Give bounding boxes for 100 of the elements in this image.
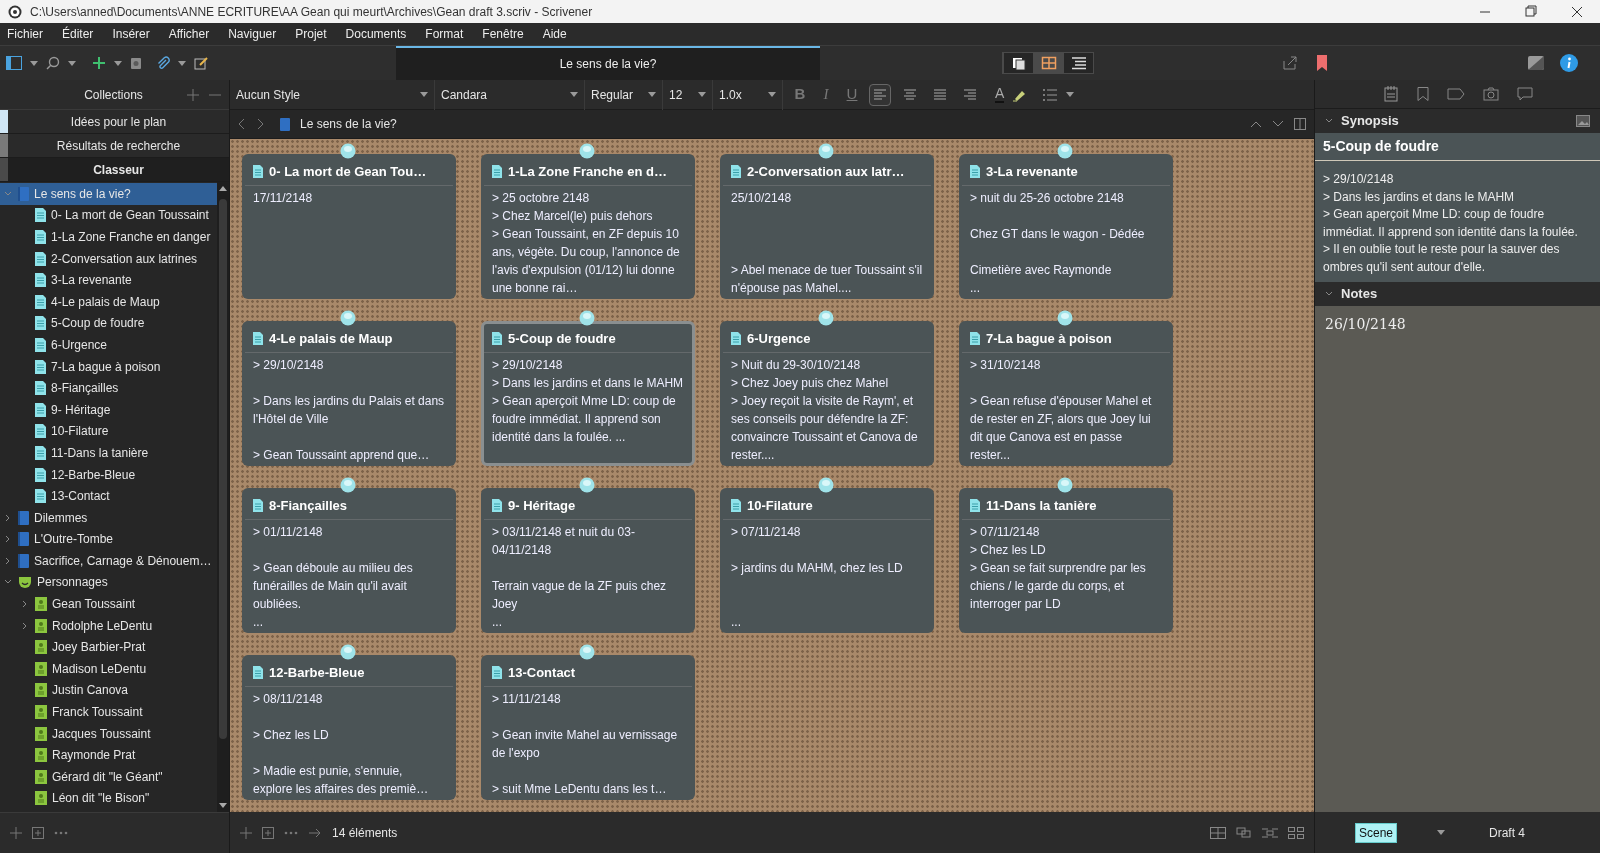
binder-item[interactable]: 11-Dans la tanière (0, 442, 217, 464)
binder-item[interactable]: 10-Filature (0, 420, 217, 443)
binder-item[interactable]: Joey Barbier-Prat (0, 636, 217, 659)
index-card[interactable]: 7-La bague à poison > 31/10/2148 > Gean refuse d'épouser Mahel et de rester en ZF, alors que Joey lui dit que Canova est en passe rester... (959, 321, 1173, 466)
index-card[interactable]: 8-Fiançailles > 01/11/2148 > Gean déboule au milieu des funérailles de Main qu'il avait oubliées. ... (242, 488, 456, 633)
binder-item[interactable]: Jacques Toussaint (0, 722, 217, 745)
image-icon[interactable] (1576, 115, 1590, 127)
section-header[interactable]: Synopsis (1341, 111, 1568, 131)
menu-item[interactable]: Fichier (4, 25, 46, 43)
synopsis-title-field[interactable]: 5-Coup de foudre (1315, 133, 1600, 161)
binder-item[interactable]: Gérard dit "le Géant" (0, 766, 217, 788)
binder-item[interactable]: 12-Barbe-Bleue (0, 463, 217, 486)
new-document-icon[interactable] (32, 827, 44, 839)
font-weight-dropdown[interactable]: Regular (585, 79, 663, 110)
style-dropdown[interactable]: Aucun Style (230, 79, 435, 110)
binder-item[interactable]: 13-Contact (0, 485, 217, 507)
comment-icon[interactable] (1516, 87, 1533, 101)
binder-item[interactable]: L'Outre-Tombe (0, 528, 217, 551)
info-icon[interactable] (1560, 54, 1578, 72)
status-dropdown[interactable]: Draft 4 (1489, 823, 1526, 842)
index-card[interactable]: 1-La Zone Franche en d… > 25 octobre 2148 > Chez Marcel(le) puis dehors > Gean Toussaint, en ZF depuis 10 ans, végète. Du coup, l'annonce de l'avis d'expulsion (01/12) lui donne une bonne rai… (481, 154, 695, 299)
search-icon[interactable] (46, 56, 60, 70)
composition-icon[interactable] (1528, 56, 1544, 70)
section-header[interactable]: Notes (1341, 284, 1378, 304)
binder-item[interactable]: Franck Toussaint (0, 701, 217, 723)
menu-item[interactable]: Projet (292, 25, 330, 43)
add-icon[interactable] (92, 56, 106, 70)
binder-item[interactable]: 6-Urgence (0, 334, 217, 356)
index-card[interactable]: 4-Le palais de Maup > 29/10/2148 > Dans les jardins du Palais et dans l'Hôtel de Ville > Gean Toussaint apprend que… (242, 321, 456, 466)
down-icon[interactable] (1272, 120, 1284, 128)
forward-icon[interactable] (256, 118, 264, 130)
more-icon[interactable] (284, 830, 298, 835)
index-card[interactable]: 2-Conversation aux latr… 25/10/2148 > Abel menace de tuer Toussaint s'il n'épouse pas Mahel.... (720, 154, 934, 299)
binder-item[interactable]: Dilemmes (0, 506, 217, 529)
synopsis-text-field[interactable]: > 29/10/2148 > Dans les jardins et dans le MAHM > Gean aperçoit Mme LD: coup de foudre immédiat. Il apprend son identité dans la foulée. > Il en oublie tout le reste pour la sauver des ombres qu'il sent autour d'elle. (1315, 161, 1600, 282)
collection-tab[interactable]: Idées pour le plan (8, 110, 229, 133)
card-size-icon[interactable] (1288, 826, 1304, 839)
binder-item[interactable]: Personnages (0, 571, 217, 594)
binder-item[interactable]: 4-Le palais de Maup (0, 290, 217, 313)
tag-icon[interactable] (1446, 88, 1465, 100)
view-mode-button[interactable] (1063, 53, 1093, 73)
binder-item[interactable]: Le sens de la vie? (0, 183, 217, 205)
index-card[interactable]: 6-Urgence > Nuit du 29-30/10/2148 > Chez Joey puis chez Mahel > Joey reçoit la visite de Raym', et ses conseils pour défendre la ZF: convaincre Toussaint et Canova de rester.... (720, 321, 934, 466)
arrange-icon[interactable] (1262, 826, 1278, 839)
binder-item[interactable]: Sacrifice, Carnage & Dénouem… (0, 550, 217, 572)
index-card[interactable]: 9- Héritage > 03/11/2148 et nuit du 03-04/11/2148 Terrain vague de la ZF puis chez Joey ... (481, 488, 695, 633)
menu-item[interactable]: Fenêtre (479, 25, 527, 43)
font-dropdown[interactable]: Candara (435, 79, 585, 110)
bookmark-icon[interactable] (1316, 55, 1328, 71)
menu-item[interactable]: Documents (342, 25, 410, 43)
menu-item[interactable]: Éditer (59, 25, 97, 43)
index-card[interactable]: 10-Filature > 07/11/2148 > jardins du MAHM, chez les LD ... (720, 488, 934, 633)
up-icon[interactable] (1250, 120, 1262, 128)
collection-tab[interactable]: Résultats de recherche (8, 134, 229, 157)
bookmark-icon[interactable] (1416, 87, 1429, 101)
more-icon[interactable] (54, 831, 68, 835)
paperclip-icon[interactable] (156, 56, 170, 70)
font-size-dropdown[interactable]: 12 (663, 79, 713, 110)
freeform-view-icon[interactable] (1236, 826, 1252, 839)
menu-item[interactable]: Naviguer (225, 25, 280, 43)
binder-item[interactable]: 5-Coup de foudre (0, 312, 217, 335)
layout-icon[interactable] (6, 56, 22, 70)
back-icon[interactable] (238, 118, 246, 130)
menu-item[interactable]: Format (422, 25, 467, 43)
menu-item[interactable]: Afficher (165, 25, 213, 43)
collection-tab[interactable]: Classeur (8, 158, 229, 181)
camera-icon[interactable] (1482, 87, 1499, 101)
share-icon[interactable] (1282, 55, 1298, 71)
menu-item[interactable]: Insérer (109, 25, 153, 43)
notes-field[interactable]: 26/10/2148 (1315, 306, 1600, 812)
binder-item[interactable]: 2-Conversation aux latrines (0, 247, 217, 270)
compose-icon[interactable] (194, 56, 208, 70)
index-card[interactable]: 3-La revenante > nuit du 25-26 octobre 2148 Chez GT dans le wagon - Dédée Cimetière avec Raymonde ... (959, 154, 1173, 299)
binder-item[interactable]: Justin Canova (0, 679, 217, 702)
align-left-button[interactable] (869, 83, 891, 106)
binder-item[interactable]: 9- Héritage (0, 398, 217, 421)
binder-item[interactable]: Rodolphe LeDentu (0, 614, 217, 637)
binder-item[interactable]: 7-La bague à poison (0, 355, 217, 378)
new-document-icon[interactable] (262, 826, 274, 839)
line-spacing-dropdown[interactable]: 1.0x (713, 79, 783, 110)
editor-tab[interactable]: Le sens de la vie? (396, 45, 820, 81)
move-right-icon[interactable] (308, 826, 322, 839)
index-card[interactable]: 11-Dans la tanière > 07/11/2148 > Chez les LD > Gean se fait surprendre par les chiens / le garde du corps, et interroger par LD (959, 488, 1173, 633)
index-card[interactable]: 13-Contact > 11/11/2148 > Gean invite Mahel au vernissage de l'expo > suit Mme LeDentu dans les t… (481, 655, 695, 800)
index-card[interactable]: 0- La mort de Gean Tou… 17/11/2148 (242, 154, 456, 299)
text-color-button[interactable]: A (995, 86, 1005, 103)
view-mode-button[interactable] (1003, 53, 1033, 73)
menu-item[interactable]: Aide (539, 25, 570, 43)
binder-item[interactable]: Gean Toussaint (0, 593, 217, 615)
grid-view-icon[interactable] (1210, 826, 1226, 839)
label-dropdown[interactable]: Scene (1355, 822, 1446, 843)
notepad-icon[interactable] (1382, 86, 1399, 102)
list-icon[interactable] (1042, 87, 1059, 102)
add-icon[interactable] (10, 827, 22, 839)
trash-icon[interactable] (130, 56, 142, 70)
index-card[interactable]: 12-Barbe-Bleue > 08/11/2148 > Chez les LD > Madie est punie, s'ennuie, explore les affaires des premiè… (242, 655, 456, 800)
split-view-icon[interactable] (1294, 118, 1306, 130)
binder-item[interactable]: Madison LeDentu (0, 658, 217, 680)
binder-item[interactable]: 8-Fiançailles (0, 377, 217, 399)
binder-item[interactable]: 1-La Zone Franche en danger (0, 226, 217, 248)
